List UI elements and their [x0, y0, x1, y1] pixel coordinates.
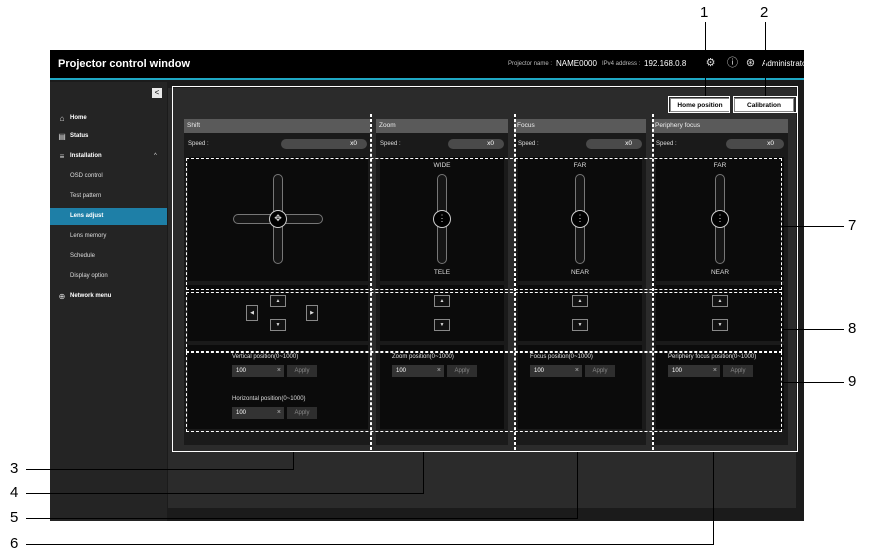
slider-group-outline	[186, 158, 782, 290]
position-group-outline	[186, 352, 782, 432]
chevron-up-icon: ^	[154, 153, 157, 159]
sidebar-item-label: Network menu	[70, 293, 112, 299]
leader-line-4b	[423, 452, 424, 494]
callout-6: 6	[10, 535, 19, 552]
ipv4-value: 192.168.0.8	[644, 59, 687, 68]
leader-line-2	[765, 22, 766, 96]
sidebar-item-osd-control[interactable]: OSD control	[50, 168, 167, 185]
sidebar-item-schedule[interactable]: Schedule	[50, 248, 167, 265]
leader-line-6	[26, 544, 714, 545]
callout-7: 7	[848, 217, 857, 234]
leader-line-8	[782, 329, 844, 330]
sidebar-item-network-menu[interactable]: ⊕ Network menu	[50, 288, 167, 305]
sidebar-item-lens-memory[interactable]: Lens memory	[50, 228, 167, 245]
leader-line-3b	[293, 452, 294, 470]
sidebar-item-label: Test pattern	[70, 193, 102, 199]
sidebar-item-label: Home	[70, 115, 87, 121]
sidebar-item-display-option[interactable]: Display option	[50, 268, 167, 285]
sidebar-item-label: Lens memory	[70, 233, 107, 239]
leader-line-3	[26, 469, 294, 470]
leader-line-1	[705, 22, 706, 96]
sidebar-item-label: Installation	[70, 153, 102, 159]
sidebar-item-status[interactable]: ▤ Status	[50, 128, 167, 145]
callout-9: 9	[848, 373, 857, 390]
title-bar: Projector control window Projector name …	[50, 50, 809, 80]
leader-line-5b	[577, 452, 578, 519]
sidebar-item-label: Display option	[70, 273, 108, 279]
leader-line-4	[26, 493, 424, 494]
sidebar-item-label: Lens adjust	[70, 213, 104, 219]
callout-5: 5	[10, 509, 19, 526]
projector-name-label: Projector name :	[508, 61, 553, 67]
sidebar-item-home[interactable]: ⌂ Home	[50, 110, 167, 127]
leader-line-5	[26, 518, 578, 519]
user-name[interactable]: Administrator	[762, 59, 809, 68]
arrow-group-outline	[186, 292, 782, 352]
sidebar-item-lens-adjust[interactable]: Lens adjust	[50, 208, 167, 225]
ipv4-label: IPv4 address :	[602, 61, 641, 67]
home-icon: ⌂	[59, 114, 65, 123]
callout-3: 3	[10, 460, 19, 477]
status-icon: ▤	[58, 132, 66, 141]
leader-line-7	[782, 226, 844, 227]
sidebar-item-installation[interactable]: ≡ Installation ^	[50, 148, 167, 165]
sidebar: < ⌂ Home ▤ Status ≡ Installation ^ OSD c…	[50, 82, 167, 521]
info-icon[interactable]: ⓘ	[726, 57, 739, 70]
collapse-sidebar-button[interactable]: <	[152, 88, 162, 98]
callout-4: 4	[10, 484, 19, 501]
sliders-icon: ≡	[59, 152, 65, 161]
app-title: Projector control window	[58, 58, 191, 70]
callout-2: 2	[760, 4, 769, 21]
sidebar-item-label: Schedule	[70, 253, 96, 259]
sidebar-item-label: Status	[70, 133, 89, 139]
user-icon[interactable]: ⊛	[744, 57, 757, 70]
sidebar-item-label: OSD control	[70, 173, 103, 179]
callout-1: 1	[700, 4, 709, 21]
sidebar-item-test-pattern[interactable]: Test pattern	[50, 188, 167, 205]
projector-name-value: NAME0000	[556, 59, 597, 68]
leader-line-6b	[713, 452, 714, 545]
globe-icon: ⊕	[58, 292, 66, 301]
leader-line-9	[782, 382, 844, 383]
callout-8: 8	[848, 320, 857, 337]
